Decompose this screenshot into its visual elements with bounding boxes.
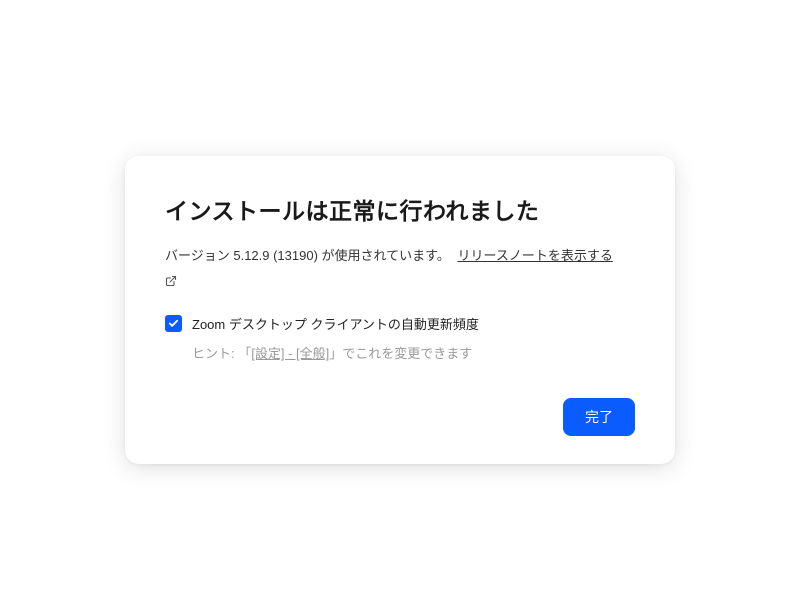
checkbox-label: Zoom デスクトップ クライアントの自動更新頻度	[192, 314, 479, 333]
hint-prefix: ヒント: 「	[192, 346, 251, 361]
version-text: バージョン 5.12.9 (13190) が使用されています。	[165, 248, 450, 263]
external-link-icon	[165, 271, 177, 294]
hint-suffix: 」でこれを変更できます	[329, 346, 472, 361]
version-line: バージョン 5.12.9 (13190) が使用されています。 リリースノートを…	[165, 244, 635, 295]
auto-update-checkbox-row[interactable]: Zoom デスクトップ クライアントの自動更新頻度	[165, 314, 635, 333]
done-button[interactable]: 完了	[563, 398, 635, 436]
install-success-dialog: インストールは正常に行われました バージョン 5.12.9 (13190) が使…	[125, 156, 675, 465]
hint-line: ヒント: 「[設定] - [全般]」でこれを変更できます	[192, 343, 635, 362]
release-notes-link[interactable]: リリースノートを表示する	[457, 248, 612, 263]
dialog-footer: 完了	[165, 398, 635, 436]
dialog-title: インストールは正常に行われました	[165, 192, 635, 226]
checkbox-checked-icon	[165, 315, 182, 332]
settings-general-link[interactable]: [設定] - [全般]	[251, 346, 329, 361]
